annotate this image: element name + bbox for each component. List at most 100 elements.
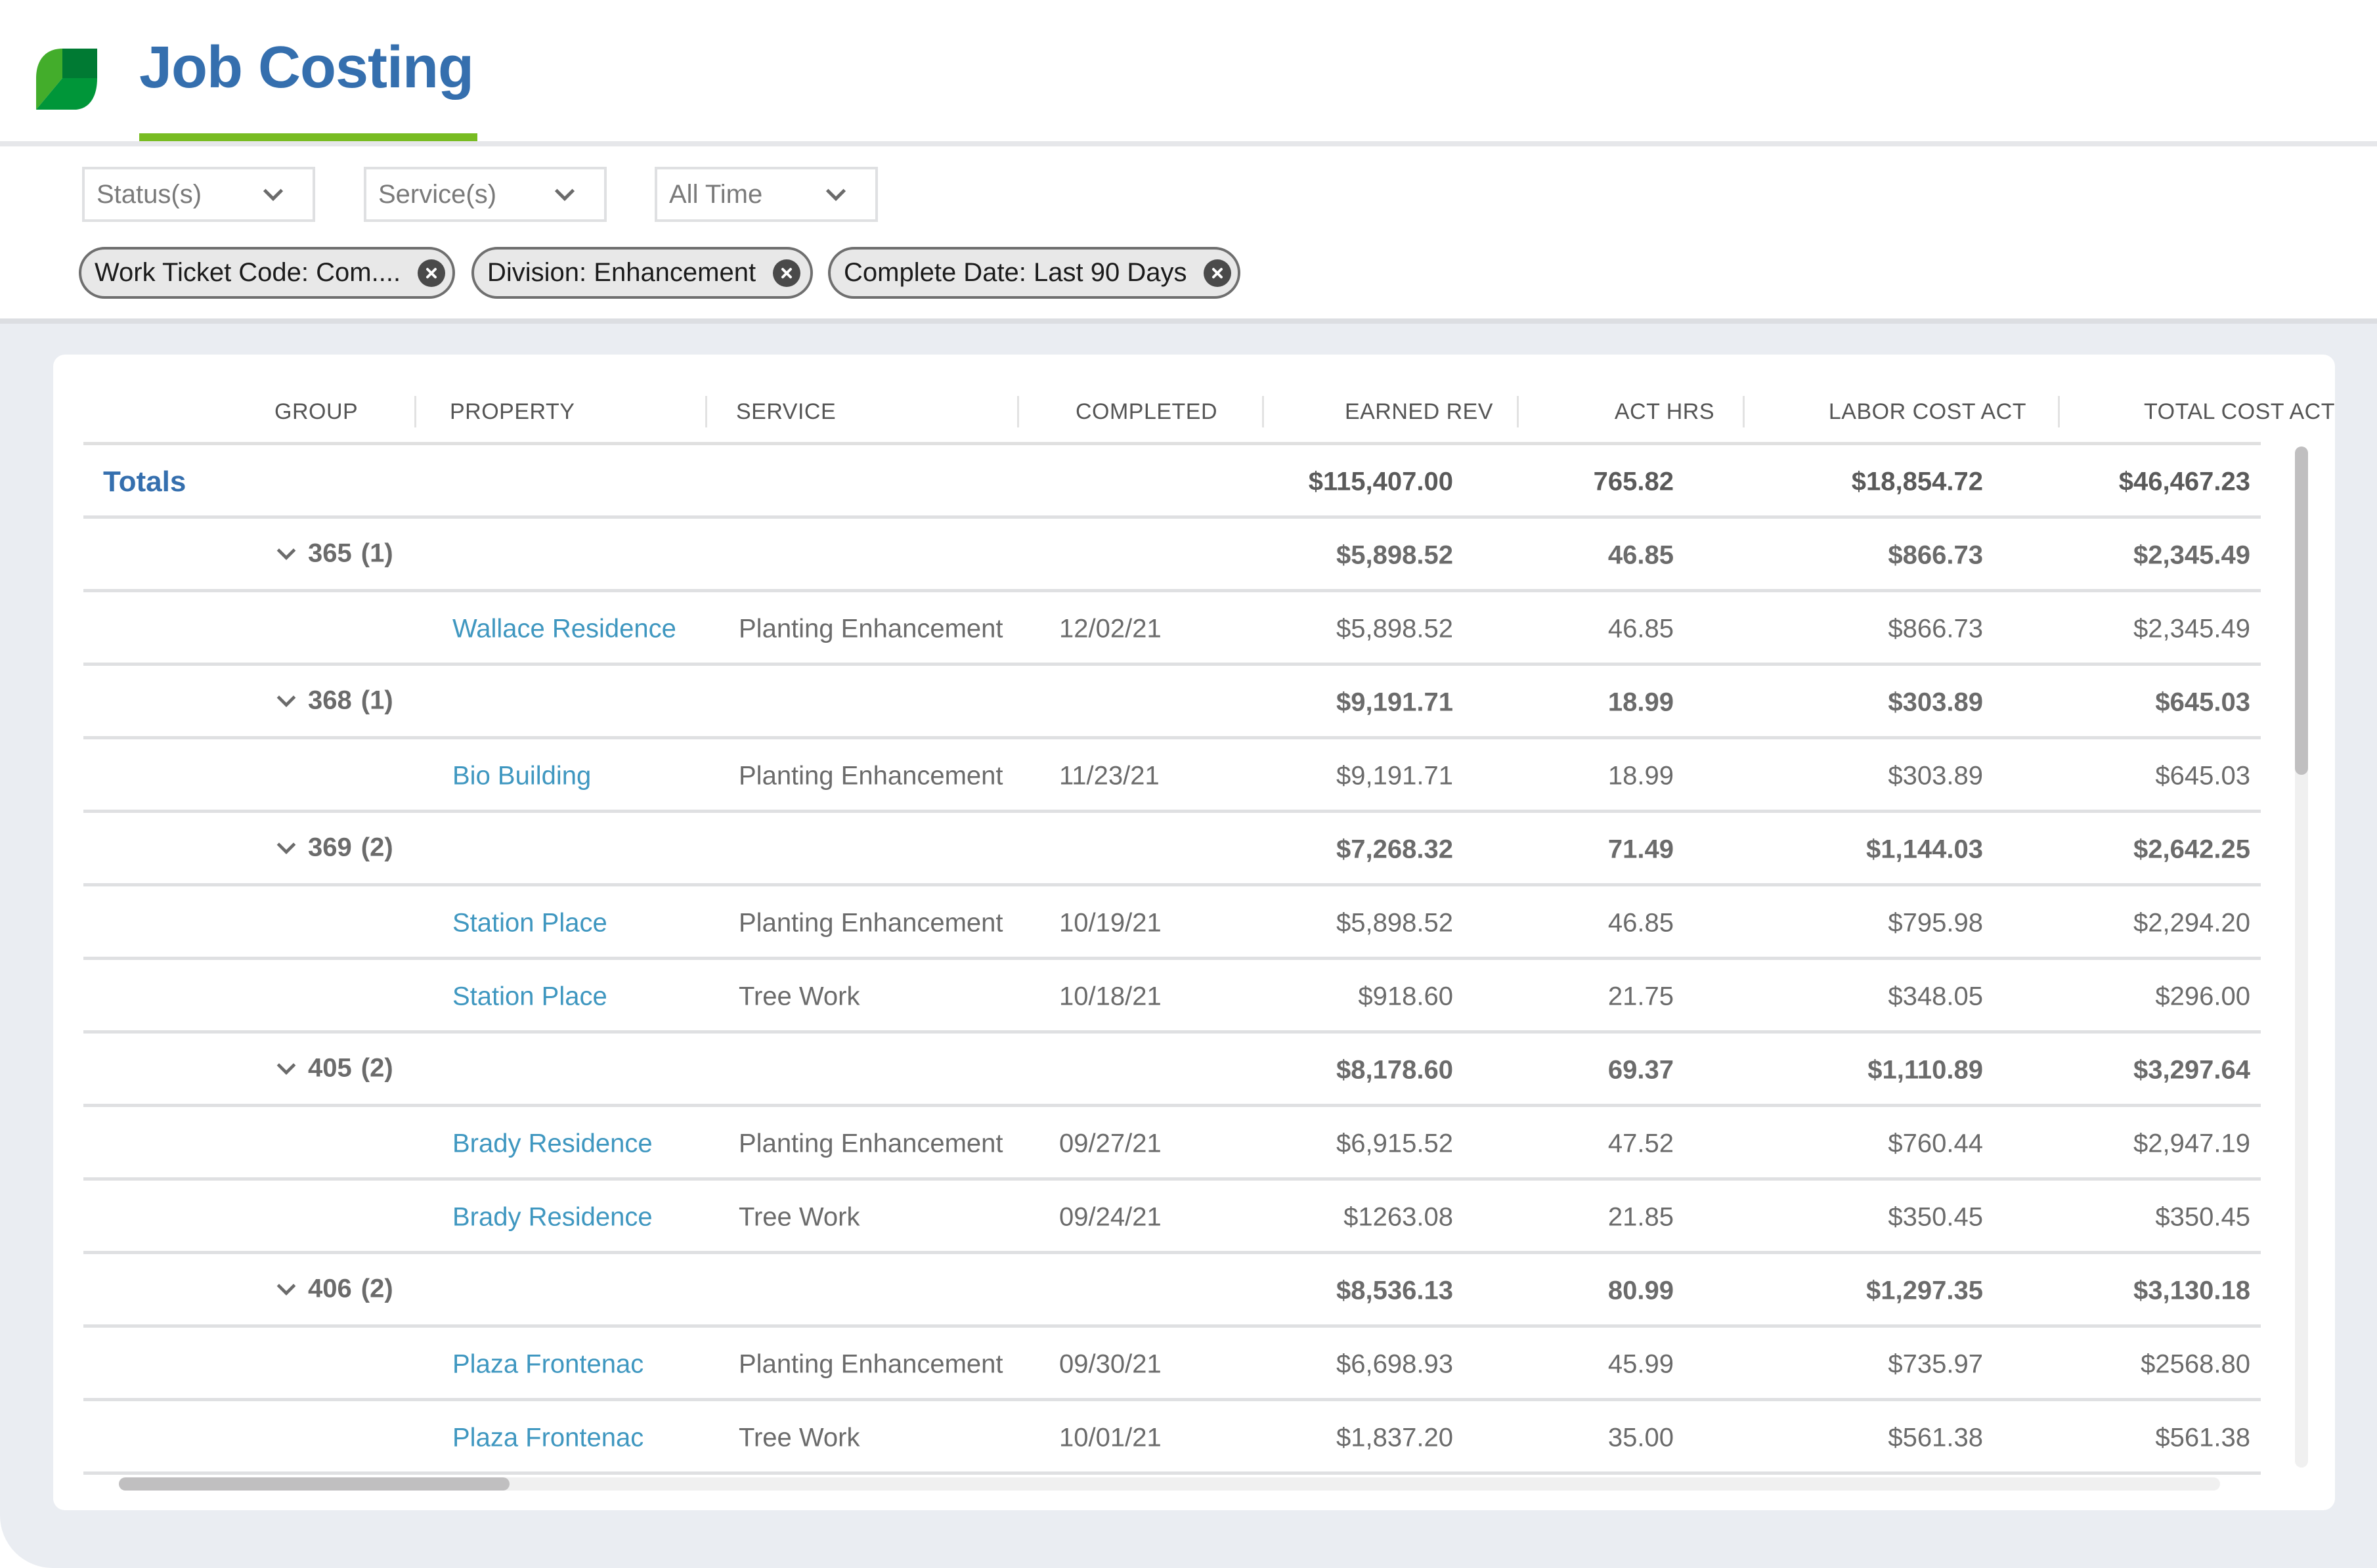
group-code: 368 (308, 686, 352, 715)
divider (0, 141, 2377, 146)
earned-rev-cell: $1,837.20 (1336, 1423, 1453, 1452)
column-resize-handle[interactable] (1517, 396, 1519, 427)
column-header-labor-cost-act[interactable]: LABOR COST ACT (1829, 399, 2026, 425)
group-toggle[interactable]: 369 (2) (274, 833, 393, 862)
chip-label: Complete Date: Last 90 Days (844, 258, 1187, 287)
group-toggle[interactable]: 406 (2) (274, 1274, 393, 1303)
status-filter-dropdown[interactable]: Status(s) (82, 167, 315, 222)
labor-cost-act-cell: $303.89 (1888, 761, 1983, 791)
total-cost-act-cell: $2,294.20 (2133, 908, 2250, 938)
horizontal-scrollbar-thumb[interactable] (119, 1477, 510, 1491)
property-link[interactable]: Plaza Frontenac (452, 1424, 643, 1453)
property-link[interactable]: Plaza Frontenac (452, 1350, 643, 1380)
total-cost-act-cell: $3,297.64 (2133, 1055, 2250, 1085)
group-row[interactable]: 368 (1) $9,191.71 18.99 $303.89 $645.03 (83, 666, 2261, 739)
group-row[interactable]: 369 (2) $7,268.32 71.49 $1,144.03 $2,642.25 (83, 813, 2261, 886)
column-header-property[interactable]: PROPERTY (450, 399, 575, 425)
close-icon (426, 267, 437, 278)
filter-chip-complete-date[interactable]: Complete Date: Last 90 Days (828, 247, 1240, 299)
act-hrs-cell: 21.75 (1607, 982, 1674, 1011)
property-link[interactable]: Brady Residence (452, 1129, 653, 1159)
remove-filter-button[interactable] (418, 259, 446, 287)
group-cell[interactable]: 365 (1) (274, 538, 393, 573)
act-hrs-cell: 71.49 (1607, 835, 1674, 864)
total-cost-act-cell: $2,947.19 (2133, 1129, 2250, 1158)
divider (83, 1471, 2261, 1475)
labor-cost-act-cell: $760.44 (1888, 1129, 1983, 1158)
property-link[interactable]: Station Place (452, 909, 607, 938)
filter-chip-work-ticket-code[interactable]: Work Ticket Code: Com.... (79, 247, 455, 299)
column-resize-handle[interactable] (2058, 396, 2060, 427)
table-row: Brady Residence Tree Work 09/24/21 $1263.08… (83, 1181, 2261, 1254)
chevron-down-icon (554, 188, 575, 202)
property-link[interactable]: Bio Building (452, 762, 591, 791)
remove-filter-button[interactable] (773, 259, 801, 287)
group-row[interactable]: 405 (2) $8,178.60 69.37 $1,110.89 $3,297.64 (83, 1034, 2261, 1107)
group-code: 369 (308, 833, 352, 862)
group-row[interactable]: 365 (1) $5,898.52 46.85 $866.73 $2,345.49 (83, 519, 2261, 592)
group-cell[interactable]: 369 (2) (274, 833, 393, 867)
job-costing-table-card: GROUP PROPERTY SERVICE COMPLETED EARNED … (53, 355, 2335, 1510)
total-cost-act-cell: $645.03 (2155, 761, 2250, 791)
leaf-logo-icon (36, 49, 97, 110)
group-cell[interactable]: 406 (2) (274, 1274, 393, 1308)
service-cell: Tree Work (739, 982, 860, 1011)
labor-cost-act-cell: $795.98 (1888, 908, 1983, 938)
chevron-down-icon (276, 695, 296, 707)
column-header-completed[interactable]: COMPLETED (1009, 399, 1284, 425)
group-count: (2) (360, 833, 393, 862)
completed-date-cell: 10/18/21 (1059, 982, 1162, 1011)
earned-rev-cell: $9,191.71 (1336, 761, 1453, 791)
act-hrs-cell: 18.99 (1607, 687, 1674, 717)
remove-filter-button[interactable] (1204, 259, 1232, 287)
group-toggle[interactable]: 368 (1) (274, 686, 393, 715)
column-header-total-cost-act[interactable]: TOTAL COST ACT (2144, 399, 2335, 425)
property-link[interactable]: Wallace Residence (452, 615, 676, 644)
table-row: Plaza Frontenac Planting Enhancement 09/30… (83, 1328, 2261, 1401)
total-cost-act-cell: $2,345.49 (2133, 614, 2250, 643)
total-cost-act-cell: $296.00 (2155, 982, 2250, 1011)
act-hrs-cell: 46.85 (1607, 540, 1674, 570)
completed-date-cell: 11/23/21 (1059, 761, 1160, 791)
act-hrs-cell: 18.99 (1607, 761, 1674, 791)
earned-rev-cell: $1263.08 (1343, 1202, 1453, 1232)
property-link[interactable]: Brady Residence (452, 1203, 653, 1232)
property-link[interactable]: Station Place (452, 982, 607, 1012)
chevron-down-icon (276, 548, 296, 560)
act-hrs-cell: 46.85 (1607, 614, 1674, 643)
table-row: Plaza Frontenac Tree Work 10/01/21 $1,837.2… (83, 1401, 2261, 1475)
group-code: 365 (308, 538, 352, 568)
column-resize-handle[interactable] (1262, 396, 1264, 427)
vertical-scrollbar-thumb[interactable] (2295, 446, 2308, 775)
column-resize-handle[interactable] (414, 396, 416, 427)
earned-rev-cell: $8,536.13 (1336, 1276, 1453, 1305)
labor-cost-act-cell: $561.38 (1888, 1423, 1983, 1452)
service-cell: Planting Enhancement (739, 1129, 1003, 1158)
column-header-service[interactable]: SERVICE (736, 399, 836, 425)
column-resize-handle[interactable] (705, 396, 707, 427)
divider (0, 318, 2377, 324)
earned-rev-cell: $918.60 (1358, 982, 1453, 1011)
totals-row: Totals $115,407.00 765.82 $18,854.72 $46… (83, 445, 2261, 519)
group-toggle[interactable]: 405 (2) (274, 1053, 393, 1083)
column-resize-handle[interactable] (1743, 396, 1745, 427)
table-row: Wallace Residence Planting Enhancement 12/… (83, 592, 2261, 666)
filter-chip-division[interactable]: Division: Enhancement (471, 247, 813, 299)
earned-rev-cell: $8,178.60 (1336, 1055, 1453, 1085)
group-toggle[interactable]: 365 (1) (274, 538, 393, 568)
group-cell[interactable]: 405 (2) (274, 1053, 393, 1087)
act-hrs-cell: 45.99 (1607, 1349, 1674, 1379)
column-header-earned-rev[interactable]: EARNED REV (1345, 399, 1493, 425)
total-cost-act-cell: $561.38 (2155, 1423, 2250, 1452)
column-header-group[interactable]: GROUP (274, 399, 358, 425)
completed-date-cell: 09/27/21 (1059, 1129, 1162, 1158)
dropdown-label: Service(s) (378, 179, 497, 209)
group-cell[interactable]: 368 (1) (274, 686, 393, 720)
service-filter-dropdown[interactable]: Service(s) (364, 167, 607, 222)
act-hrs-cell: 46.85 (1607, 908, 1674, 938)
column-header-act-hrs[interactable]: ACT HRS (1615, 399, 1714, 425)
date-range-dropdown[interactable]: All Time (655, 167, 878, 222)
total-cost-act-cell: $2,345.49 (2133, 540, 2250, 570)
group-row[interactable]: 406 (2) $8,536.13 80.99 $1,297.35 $3,130.18 (83, 1254, 2261, 1328)
page-title: Job Costing (139, 35, 474, 100)
